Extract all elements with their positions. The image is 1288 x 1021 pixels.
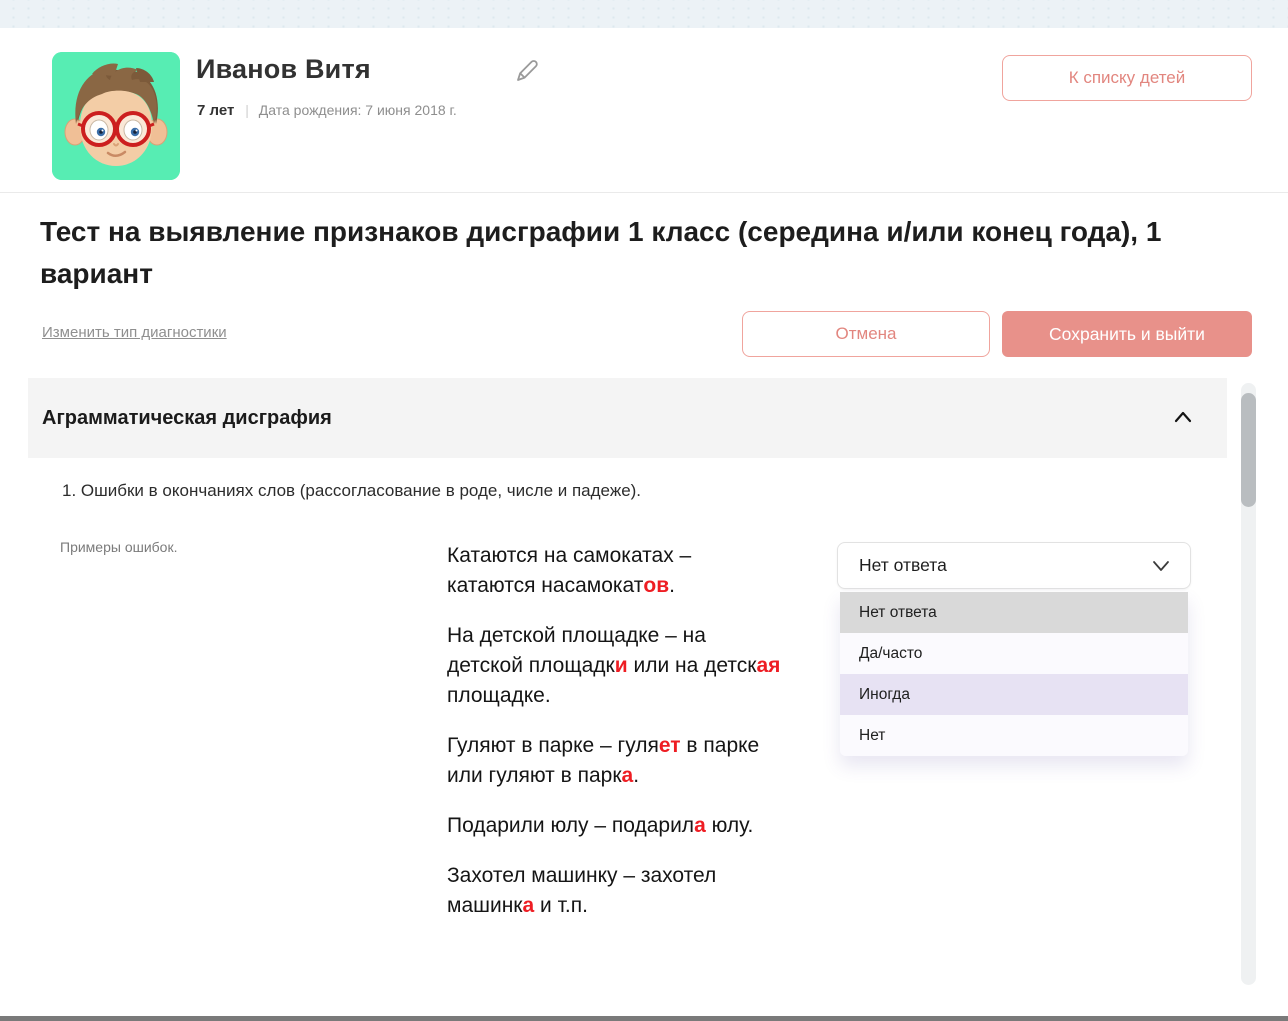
chevron-up-icon[interactable] <box>1171 406 1195 430</box>
back-to-children-list-button[interactable]: К списку детей <box>1002 55 1252 101</box>
boy-avatar-illustration <box>52 52 180 180</box>
dropdown-option-2[interactable]: Иногда <box>840 674 1188 715</box>
dropdown-option-0[interactable]: Нет ответа <box>840 592 1188 633</box>
sentence-text: или на детск <box>628 654 757 677</box>
child-meta: 7 лет | Дата рождения: 7 июня 2018 г. <box>197 102 457 119</box>
error-letters: а <box>522 894 534 917</box>
dropdown-options: Нет ответаДа/частоИногдаНет <box>840 592 1188 756</box>
examples-label: Примеры ошибок. <box>60 539 177 555</box>
child-avatar <box>52 52 180 180</box>
save-and-exit-button[interactable]: Сохранить и выйти <box>1002 311 1252 357</box>
page-title: Тест на выявление признаков дисграфии 1 … <box>40 211 1185 295</box>
top-bar <box>0 0 1288 28</box>
error-letters: ет <box>659 734 681 757</box>
sentence-text: площадке. <box>447 684 551 707</box>
child-name: Иванов Витя <box>196 54 371 85</box>
window-bottom-edge <box>0 1016 1288 1021</box>
child-birth-date: Дата рождения: 7 июня 2018 г. <box>259 102 457 118</box>
cancel-button[interactable]: Отмена <box>742 311 990 357</box>
error-letters: ая <box>756 654 780 677</box>
section-header-agrammatic-dysgraphia[interactable]: Аграмматическая дисграфия <box>28 378 1227 458</box>
child-age: 7 лет <box>197 102 234 119</box>
sentence-text: . <box>633 764 639 787</box>
change-diagnostic-type-link[interactable]: Изменить тип диагностики <box>42 324 227 341</box>
error-letters: и <box>615 654 628 677</box>
sentence-text: юлу. <box>706 814 754 837</box>
example-sentence: Захотел машинку – захотел машинка и т.п. <box>447 861 783 921</box>
answer-select[interactable]: Нет ответа <box>837 542 1191 589</box>
error-letters: а <box>694 814 706 837</box>
error-letters: ов <box>643 574 669 597</box>
sentence-text: Подарили юлу – подарил <box>447 814 694 837</box>
edit-pencil-icon[interactable] <box>512 55 542 85</box>
example-sentence: На детской площадке – на детской площадк… <box>447 621 783 711</box>
page: Иванов Витя 7 лет | Дата рождения: 7 июн… <box>0 0 1288 1021</box>
dropdown-option-1[interactable]: Да/часто <box>840 633 1188 674</box>
meta-separator: | <box>245 102 249 118</box>
sentence-text: Гуляют в парке – гуля <box>447 734 659 757</box>
example-sentence: Гуляют в парке – гуляет в парке или гуля… <box>447 731 783 791</box>
sentence-text: . <box>669 574 675 597</box>
examples-list: Катаются на самокатах – катаются насамок… <box>447 541 783 941</box>
dropdown-option-3[interactable]: Нет <box>840 715 1188 756</box>
chevron-down-icon <box>1151 558 1171 574</box>
child-header: Иванов Витя 7 лет | Дата рождения: 7 июн… <box>0 28 1288 193</box>
scrollbar-thumb[interactable] <box>1241 393 1256 507</box>
example-sentence: Подарили юлу – подарила юлу. <box>447 811 783 841</box>
error-letters: а <box>622 764 634 787</box>
example-sentence: Катаются на самокатах – катаются насамок… <box>447 541 783 601</box>
answer-select-value: Нет ответа <box>859 543 947 588</box>
section-title: Аграмматическая дисграфия <box>42 378 332 458</box>
sentence-text: и т.п. <box>534 894 588 917</box>
question-text: 1. Ошибки в окончаниях слов (рассогласов… <box>62 481 641 501</box>
